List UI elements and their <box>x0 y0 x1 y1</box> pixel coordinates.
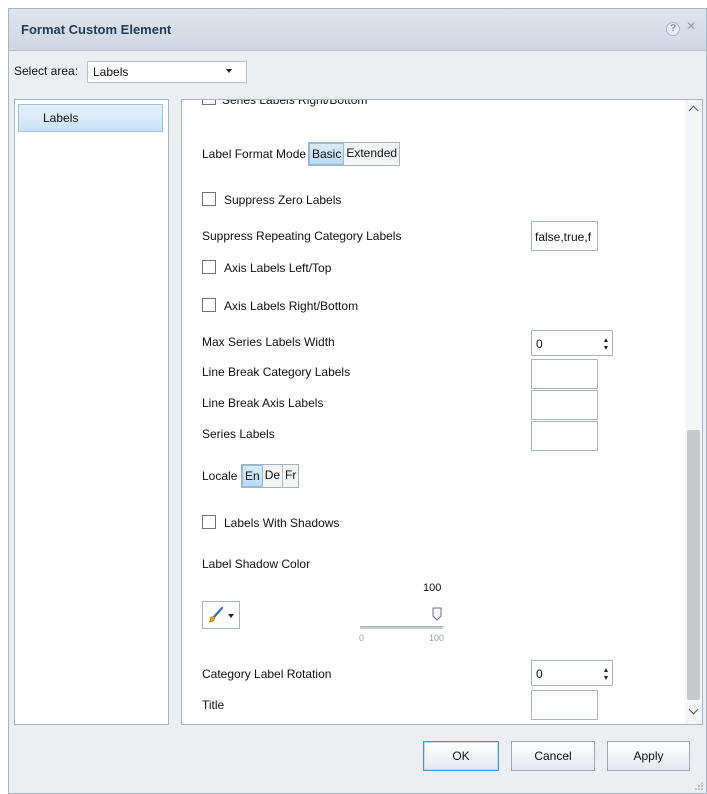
series-labels-right-bottom-label: Series Labels Right/Bottom <box>222 99 368 107</box>
close-icon[interactable]: × <box>684 19 698 35</box>
select-area-label: Select area: <box>14 64 79 78</box>
series-labels-field[interactable] <box>531 421 598 451</box>
suppress-repeating-category-labels-label: Suppress Repeating Category Labels <box>202 229 402 243</box>
format-custom-element-dialog: Format Custom Element ? × Select area: L… <box>8 8 707 794</box>
locale-de-button[interactable]: De <box>263 465 284 487</box>
spin-down-icon[interactable] <box>604 346 608 350</box>
spin-up-icon[interactable] <box>604 338 608 342</box>
max-series-labels-width-spinner[interactable]: 0 <box>531 330 613 356</box>
suppress-repeating-category-labels-field[interactable]: false,true,f <box>531 221 598 251</box>
title-setting-field[interactable] <box>531 690 598 720</box>
max-series-labels-width-value: 0 <box>536 337 543 351</box>
label-format-mode-toggle: Basic Extended <box>308 142 401 166</box>
label-shadow-color-label: Label Shadow Color <box>202 557 311 571</box>
category-label-rotation-label: Category Label Rotation <box>202 667 332 681</box>
apply-button[interactable]: Apply <box>607 741 690 771</box>
locale-toggle: En De Fr <box>241 464 300 488</box>
help-icon[interactable]: ? <box>666 22 680 36</box>
select-area-row: Select area: Labels <box>9 59 269 83</box>
scroll-up-icon[interactable] <box>688 104 700 116</box>
line-break-category-labels-label: Line Break Category Labels <box>202 365 351 379</box>
chevron-down-icon <box>226 69 232 73</box>
axis-labels-left-top-label: Axis Labels Left/Top <box>224 261 332 275</box>
line-break-category-labels-field[interactable] <box>531 359 598 389</box>
select-area-dropdown[interactable]: Labels <box>87 61 247 83</box>
title-setting-label: Title <box>202 698 225 712</box>
dialog-title: Format Custom Element <box>21 22 172 37</box>
opacity-slider-track[interactable] <box>360 626 443 629</box>
locale-en-button[interactable]: En <box>242 465 263 487</box>
category-label-rotation-value: 0 <box>536 667 543 681</box>
axis-labels-right-bottom-label: Axis Labels Right/Bottom <box>224 299 359 313</box>
locale-fr-button[interactable]: Fr <box>283 465 298 487</box>
format-mode-extended-button[interactable]: Extended <box>344 143 399 165</box>
opacity-slider-thumb[interactable] <box>432 607 442 621</box>
series-labels-right-bottom-checkbox[interactable] <box>202 100 216 105</box>
paintbrush-icon <box>208 606 224 623</box>
labels-with-shadows-checkbox[interactable] <box>202 515 216 529</box>
dialog-titlebar[interactable]: Format Custom Element ? × <box>9 9 706 51</box>
scroll-down-icon[interactable] <box>688 706 700 718</box>
resize-grip-icon[interactable] <box>694 781 704 791</box>
spin-up-icon[interactable] <box>604 668 608 672</box>
max-series-labels-width-label: Max Series Labels Width <box>202 335 335 349</box>
opacity-slider-min: 0 <box>359 633 365 643</box>
format-mode-basic-button[interactable]: Basic <box>309 143 345 165</box>
locale-label: Locale <box>202 469 238 483</box>
shadow-color-picker-button[interactable] <box>202 601 240 629</box>
select-area-value: Labels <box>93 65 129 79</box>
suppress-zero-labels-label: Suppress Zero Labels <box>224 193 342 207</box>
spin-down-icon[interactable] <box>604 676 608 680</box>
opacity-slider-max: 100 <box>429 633 445 643</box>
cancel-button[interactable]: Cancel <box>511 741 595 771</box>
series-labels-label: Series Labels <box>202 427 275 441</box>
area-list-item-labels[interactable]: Labels <box>18 104 163 132</box>
axis-labels-right-bottom-checkbox[interactable] <box>202 298 216 312</box>
ok-button[interactable]: OK <box>423 741 499 771</box>
settings-panel: Series Labels Right/Bottom Label Format … <box>181 99 703 725</box>
labels-with-shadows-label: Labels With Shadows <box>224 516 340 530</box>
line-break-axis-labels-field[interactable] <box>531 390 598 420</box>
scrollbar-thumb[interactable] <box>687 430 700 700</box>
area-list: Labels <box>14 99 169 725</box>
label-format-mode-label: Label Format Mode <box>202 147 307 161</box>
settings-scrollbar[interactable] <box>685 100 702 724</box>
line-break-axis-labels-label: Line Break Axis Labels <box>202 396 324 410</box>
opacity-slider-value: 100 <box>423 582 442 594</box>
chevron-down-icon <box>228 614 234 618</box>
area-list-item-label: Labels <box>43 111 79 125</box>
axis-labels-left-top-checkbox[interactable] <box>202 260 216 274</box>
suppress-repeating-value: false,true,f <box>535 230 592 244</box>
suppress-zero-labels-checkbox[interactable] <box>202 192 216 206</box>
category-label-rotation-spinner[interactable]: 0 <box>531 660 613 686</box>
